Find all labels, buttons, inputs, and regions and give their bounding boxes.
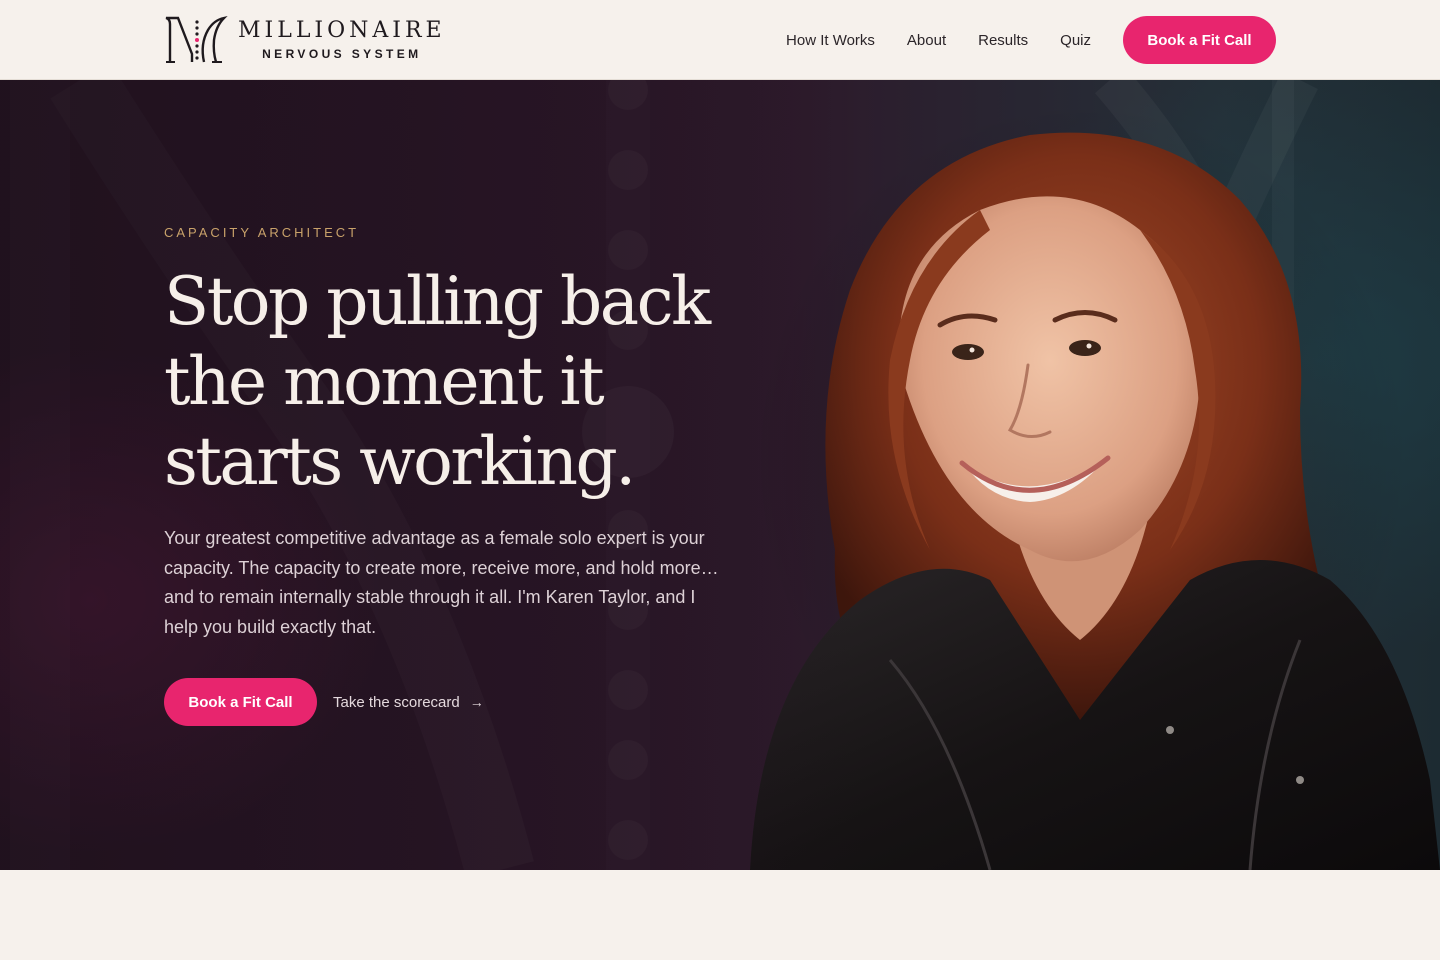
nav-link-results[interactable]: Results — [978, 32, 1028, 49]
logo-m-icon — [165, 16, 228, 63]
logo-wordmark: MILLIONAIRE — [238, 17, 446, 43]
main-nav: How It Works About Results Quiz Book a F… — [786, 0, 1276, 80]
nav-link-quiz[interactable]: Quiz — [1060, 32, 1091, 49]
header-book-call-button[interactable]: Book a Fit Call — [1123, 16, 1276, 64]
hero-portrait-image — [750, 100, 1440, 870]
nav-link-about[interactable]: About — [907, 32, 946, 49]
hero-description: Your greatest competitive advantage as a… — [164, 528, 719, 637]
hero-headline: Stop pulling back the moment it starts w… — [164, 263, 711, 500]
next-section — [0, 870, 1440, 960]
brand-logo[interactable]: MILLIONAIRE NERVOUS SYSTEM — [164, 14, 446, 66]
site-header: MILLIONAIRE NERVOUS SYSTEM How It Works … — [0, 0, 1440, 80]
arrow-right-icon: → — [469, 694, 484, 710]
logo-text: MILLIONAIRE NERVOUS SYSTEM — [238, 17, 446, 62]
hero-book-call-button[interactable]: Book a Fit Call — [164, 678, 317, 726]
hero-eyebrow: CAPACITY ARCHITECT — [164, 225, 360, 240]
scorecard-link-label: Take the scorecard — [333, 693, 460, 711]
logo-subtitle: NERVOUS SYSTEM — [262, 46, 422, 61]
hero-section: CAPACITY ARCHITECT Stop pulling back the… — [0, 80, 1440, 870]
nav-link-how-it-works[interactable]: How It Works — [786, 32, 875, 49]
scorecard-link[interactable]: Take the scorecard → — [333, 678, 484, 726]
